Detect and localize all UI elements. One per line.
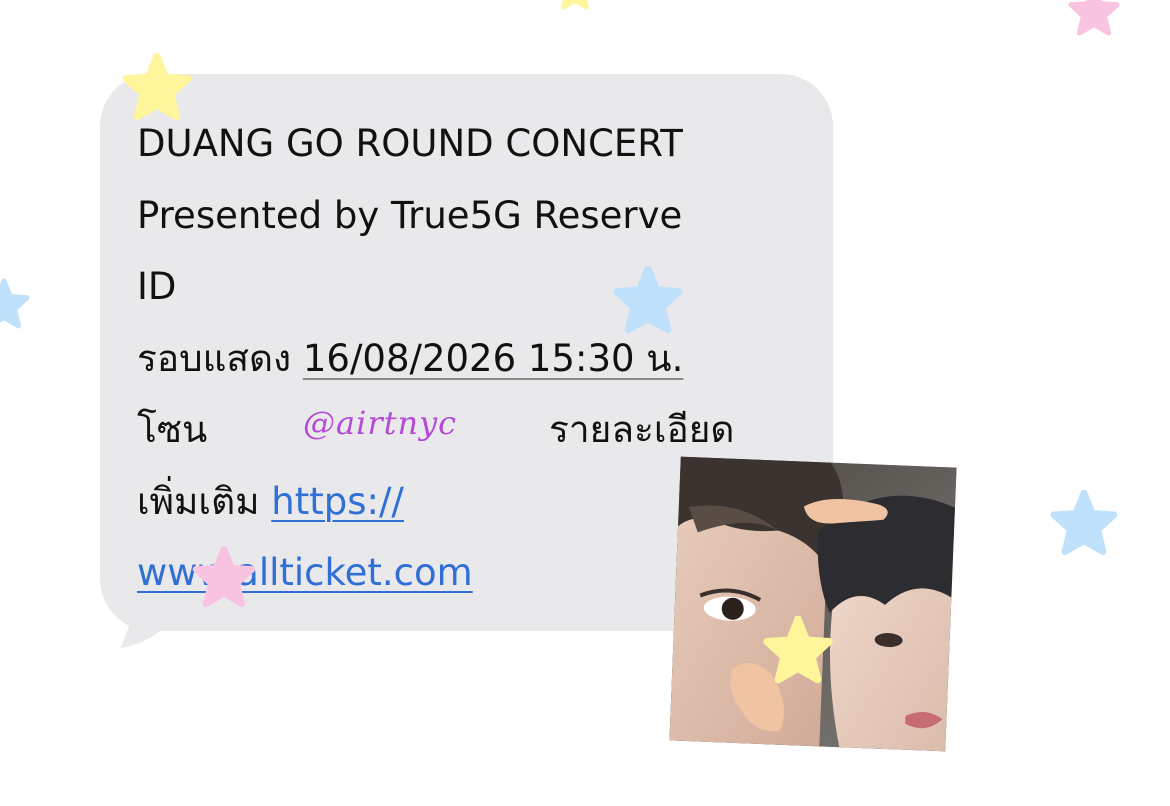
- photo-image: [669, 456, 957, 752]
- showtime-label: รอบแสดง: [137, 336, 292, 380]
- blue-star-icon: [613, 266, 683, 334]
- message-line-showtime: รอบแสดง 16/08/2026 15:30 น.: [137, 323, 797, 395]
- message-line-title: DUANG GO ROUND CONCERT: [137, 122, 683, 165]
- message-line-id: ID: [137, 265, 177, 308]
- blue-star-icon: [0, 278, 30, 329]
- blue-star-icon: [1050, 490, 1118, 555]
- detail-label: รายละเอียด: [549, 408, 735, 451]
- watermark-handle: @airtnyc: [303, 404, 458, 442]
- zone-label: โซน: [137, 408, 208, 451]
- yellow-star-icon: [122, 53, 192, 120]
- yellow-star-icon: [763, 616, 833, 684]
- url-link-part1[interactable]: https://: [271, 480, 404, 523]
- showtime-date-link[interactable]: 16/08/2026 15:30 น.: [303, 337, 683, 380]
- photo-sticker: [669, 456, 957, 752]
- message-line-presenter: Presented by True5G Reserve: [137, 193, 683, 237]
- message-line-zone: โซน @airtnyc รายละเอียด: [137, 394, 797, 466]
- pink-star-icon: [1068, 0, 1120, 36]
- yellow-star-icon: [561, 0, 589, 10]
- url-link-part2[interactable]: www.allticket.com: [137, 551, 473, 594]
- pink-star-icon: [192, 546, 256, 608]
- more-label: เพิ่มเติม: [137, 479, 260, 523]
